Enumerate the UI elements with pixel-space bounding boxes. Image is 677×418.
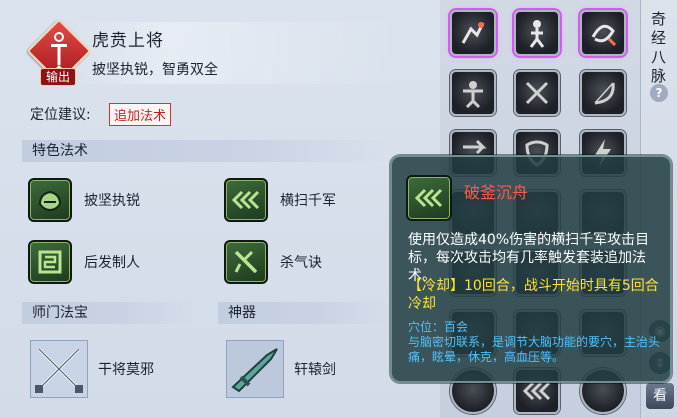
tooltip-acupoint-block: 穴位：百会 与脑密切联系，是调节大脑功能的要穴，主治头痛，眩晕，休克，高血压等。 xyxy=(408,320,668,365)
skill-label: 后发制人 xyxy=(84,255,140,271)
role-emblem: 输出 xyxy=(26,18,92,86)
school-title: 虎贲上将 xyxy=(92,31,164,51)
warrior-figure-icon xyxy=(529,20,545,48)
strength-figure-icon xyxy=(463,81,483,109)
tooltip-acupoint-note: 与脑密切联系，是调节大脑功能的要穴，主治头痛，眩晕，休克，高血压等。 xyxy=(408,335,661,364)
school-info-panel: 输出 虎贲上将 披坚执锐，智勇双全 定位建议: 追加法术 特色法术 披坚执锐 横… xyxy=(0,0,440,418)
view-button[interactable]: 看 xyxy=(645,382,675,410)
school-motto: 披坚执锐，智勇双全 xyxy=(92,62,218,78)
skill-label: 披坚执锐 xyxy=(84,193,140,209)
counter-glyph-icon xyxy=(28,240,72,284)
meridian-node[interactable] xyxy=(514,70,560,116)
twin-swords-icon xyxy=(30,340,88,398)
meridian-node[interactable] xyxy=(450,10,496,56)
positioning-tag: 追加法术 xyxy=(109,103,172,126)
burst-figure-icon xyxy=(461,22,485,44)
skill-tooltip: 破釜沉舟 使用仅造成40%伤害的横扫千军攻击目标，每次攻击均有几率触发套装追加法… xyxy=(390,155,672,383)
tooltip-skill-name: 破釜沉舟 xyxy=(464,183,529,202)
meridian-node[interactable] xyxy=(580,10,626,56)
artifact-name: 轩辕剑 xyxy=(294,362,336,378)
artifact-item[interactable]: 轩辕剑 xyxy=(226,340,336,398)
skill-label: 杀气诀 xyxy=(280,255,322,271)
triple-chevron-icon xyxy=(406,175,452,221)
tooltip-acupoint: 穴位：百会 xyxy=(408,320,469,334)
help-icon[interactable]: ? xyxy=(650,84,668,102)
treasure-name: 干将莫邪 xyxy=(98,362,154,378)
skill-label: 横扫千军 xyxy=(280,193,336,209)
rock-shield-icon xyxy=(28,178,72,222)
skill-hengsaoqianjun[interactable]: 横扫千军 xyxy=(224,178,336,222)
skill-shaqijue[interactable]: 杀气诀 xyxy=(224,240,322,284)
treasure-heading: 师门法宝 xyxy=(22,302,192,324)
meridian-node[interactable] xyxy=(450,70,496,116)
meridian-node[interactable] xyxy=(514,10,560,56)
skill-houfazhiren[interactable]: 后发制人 xyxy=(28,240,140,284)
featured-skills-heading: 特色法术 xyxy=(22,140,392,162)
artifact-heading: 神器 xyxy=(218,302,388,324)
meridian-node[interactable] xyxy=(580,70,626,116)
cross-blade-icon xyxy=(525,81,549,105)
role-badge: 输出 xyxy=(40,68,76,86)
tooltip-cooldown: 【冷却】10回合，战斗开始时具有5回合冷却 xyxy=(408,278,659,312)
triple-chevron-icon xyxy=(224,178,268,222)
bow-icon xyxy=(594,82,615,105)
positioning-label: 定位建议: xyxy=(30,107,91,123)
crossed-blades-icon xyxy=(224,240,268,284)
meridian-tab-title[interactable]: 奇经八脉 xyxy=(651,10,669,86)
skill-pijianzhirui[interactable]: 披坚执锐 xyxy=(28,178,140,222)
sword-icon xyxy=(51,32,67,68)
spin-slash-icon xyxy=(591,24,617,47)
treasure-item[interactable]: 干将莫邪 xyxy=(30,340,154,398)
xuanyuan-sword-icon xyxy=(226,340,284,398)
